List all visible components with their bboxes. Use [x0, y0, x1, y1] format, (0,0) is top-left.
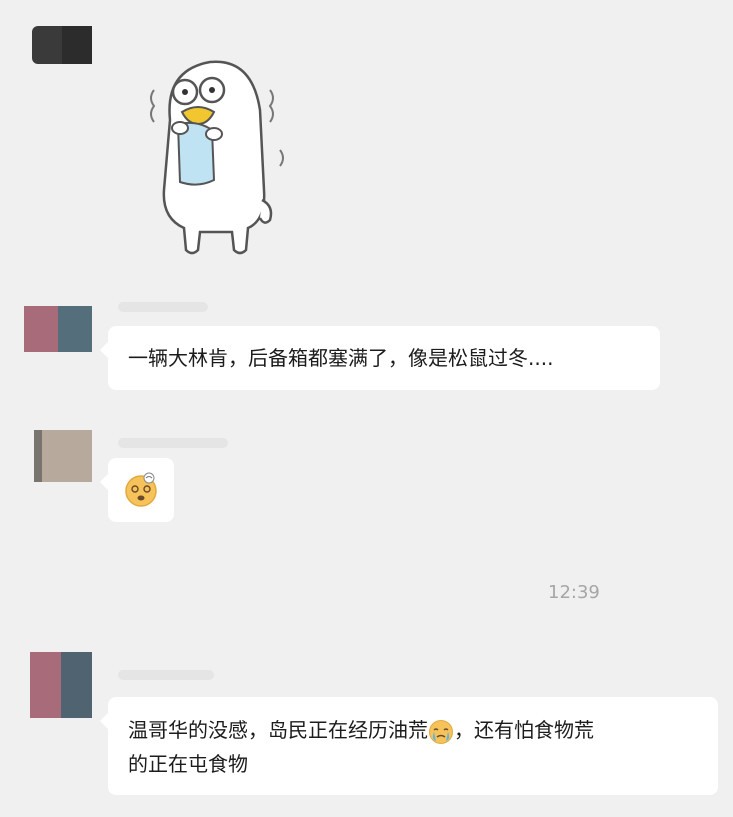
message-text-3: 温哥华的没感，岛民正在经历油荒 ，还有怕食物荒 的正在屯食物 — [128, 713, 594, 781]
sender-name — [118, 670, 214, 680]
avatar-3[interactable] — [34, 430, 92, 482]
sender-name — [118, 438, 228, 448]
message-bubble-3[interactable]: 温哥华的没感，岛民正在经历油荒 ，还有怕食物荒 的正在屯食物 — [100, 697, 718, 795]
avatar-2[interactable] — [24, 306, 92, 352]
message-bubble-1[interactable]: 一辆大林肯，后备箱都塞满了，像是松鼠过冬.... — [100, 326, 660, 390]
message-text-3-line1: 温哥华的没感，岛民正在经历油荒 — [128, 718, 428, 742]
avatar-4[interactable] — [30, 652, 92, 718]
duck-sticker-icon — [150, 60, 284, 255]
sticker-message[interactable] — [140, 50, 290, 255]
message-text-3-line1-end: ，还有怕食物荒 — [454, 718, 594, 742]
sender-name — [118, 302, 208, 312]
message-text-1: 一辆大林肯，后备箱都塞满了，像是松鼠过冬.... — [128, 346, 554, 370]
timestamp: 12:39 — [548, 582, 600, 603]
message-bubble-2[interactable] — [100, 458, 174, 522]
crying-emoji-icon — [429, 719, 453, 744]
dizzy-face-emoji-icon — [125, 472, 157, 507]
message-text-3-line2: 的正在屯食物 — [128, 752, 248, 776]
avatar-1[interactable] — [32, 26, 92, 64]
